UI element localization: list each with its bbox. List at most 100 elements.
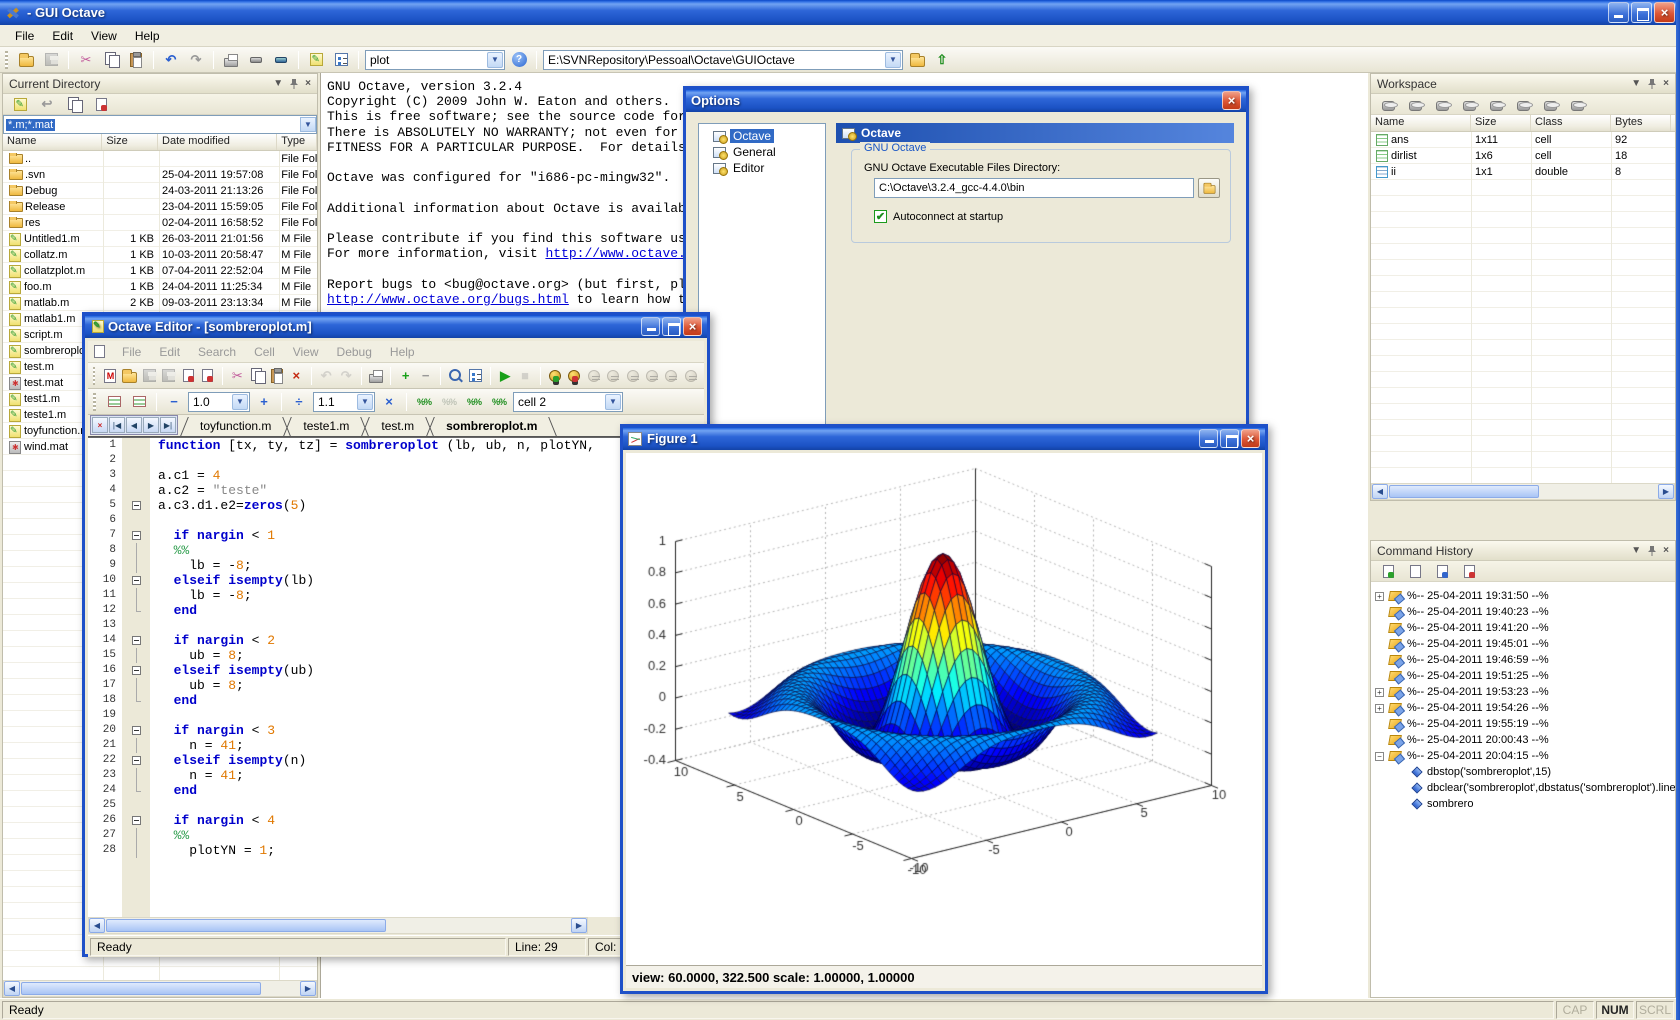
column-header-size[interactable]: Size [102, 134, 158, 150]
chevron-down-icon[interactable]: ▼ [300, 117, 316, 132]
command-history-list[interactable]: +%-- 25-04-2011 19:31:50 --% %-- 25-04-20… [1371, 582, 1675, 997]
menu-file[interactable]: File [6, 26, 43, 46]
save-history-button[interactable] [1431, 560, 1453, 582]
file-row[interactable]: collatzplot.m1 KB07-04-2011 22:52:04M Fi… [3, 263, 317, 279]
maximize-button[interactable] [1220, 429, 1239, 448]
options-titlebar[interactable]: Options × [686, 89, 1246, 112]
file-row[interactable]: Release23-04-2011 15:59:05File Folder [3, 199, 317, 215]
print-button[interactable] [368, 365, 384, 387]
duplicate-variable-button[interactable] [1485, 93, 1507, 115]
scrollbar-thumb[interactable] [106, 919, 386, 932]
workspace-column-class[interactable]: Class [1531, 115, 1611, 131]
path-combo[interactable]: E:\SVNRepository\Pessoal\Octave\GUIOctav… [543, 50, 903, 70]
scroll-left-icon[interactable]: ◀ [89, 918, 105, 933]
curdir-remove-button[interactable] [90, 93, 112, 115]
fold-box-icon[interactable] [132, 501, 141, 510]
edit-value-button[interactable] [1539, 93, 1561, 115]
zoom-in-button[interactable]: + [253, 391, 275, 413]
close-tab-icon[interactable]: × [92, 417, 108, 433]
file-row[interactable]: collatz.m1 KB10-03-2011 20:58:47M File [3, 247, 317, 263]
editor-tab-teste1-m[interactable]: teste1.m [287, 416, 365, 436]
help-button[interactable]: ? [508, 49, 530, 71]
remove-bookmark-button[interactable]: − [417, 365, 434, 387]
chevron-down-icon[interactable]: ▼ [357, 394, 373, 410]
spacing-combo[interactable]: 1.1▼ [313, 392, 375, 412]
pin-icon[interactable] [1647, 545, 1657, 556]
debug-stop-button[interactable] [566, 365, 582, 387]
options-button[interactable] [330, 49, 352, 71]
workspace-columns[interactable]: NameSizeClassBytes [1371, 115, 1675, 132]
disconnect-button[interactable] [245, 49, 267, 71]
file-row[interactable]: foo.m1 KB24-04-2011 11:25:34M File [3, 279, 317, 295]
history-item[interactable]: %-- 25-04-2011 19:46:59 --% [1371, 652, 1675, 668]
expand-icon[interactable]: + [1375, 688, 1384, 697]
editor-menu-help[interactable]: Help [381, 342, 424, 362]
workspace-column-size[interactable]: Size [1471, 115, 1531, 131]
paste-button[interactable] [125, 49, 147, 71]
fold-marker[interactable] [122, 633, 150, 648]
menu-edit[interactable]: Edit [43, 26, 82, 46]
file-row[interactable]: .svn25-04-2011 19:57:08File Folder [3, 167, 317, 183]
file-row[interactable]: res02-04-2011 16:58:52File Folder [3, 215, 317, 231]
fold-box-icon[interactable] [132, 726, 141, 735]
main-titlebar[interactable]: - GUI Octave × [0, 0, 1680, 25]
history-item[interactable]: %-- 25-04-2011 19:51:25 --% [1371, 668, 1675, 684]
file-list-hscrollbar[interactable]: ◀ ▶ [3, 980, 317, 997]
delete-entry-button[interactable] [1458, 560, 1480, 582]
history-item[interactable]: +%-- 25-04-2011 19:31:50 --% [1371, 588, 1675, 604]
editor-menu-debug[interactable]: Debug [328, 342, 381, 362]
curdir-export-button[interactable]: ↩ [36, 93, 58, 115]
undo-button[interactable]: ↶ [160, 49, 182, 71]
fold-box-icon[interactable] [132, 531, 141, 540]
cell-add-button[interactable]: %% [413, 391, 435, 413]
fold-marker[interactable] [122, 753, 150, 768]
history-item[interactable]: %-- 25-04-2011 19:45:01 --% [1371, 636, 1675, 652]
connect-button[interactable] [270, 49, 292, 71]
goto-line-button[interactable] [467, 365, 483, 387]
pin-icon[interactable] [1647, 78, 1657, 89]
editor-menu-edit[interactable]: Edit [150, 342, 189, 362]
expand-icon[interactable]: + [1375, 704, 1384, 713]
refresh-workspace-button[interactable] [1566, 93, 1588, 115]
close-button[interactable]: × [1654, 2, 1675, 23]
workspace-header[interactable]: Workspace ▼ × [1371, 74, 1675, 94]
collapse-icon[interactable]: − [1375, 752, 1384, 761]
workspace-hscrollbar[interactable]: ◀ ▶ [1371, 483, 1675, 500]
expand-icon[interactable]: + [1375, 592, 1384, 601]
file-row[interactable]: matlab.m2 KB09-03-2011 23:13:34M File [3, 295, 317, 311]
editor-tab-test-m[interactable]: test.m [365, 416, 430, 436]
menu-view[interactable]: View [82, 26, 126, 46]
debug-step-button[interactable] [547, 365, 563, 387]
file-row[interactable]: ..File Folder [3, 151, 317, 167]
history-item[interactable]: −%-- 25-04-2011 20:04:15 --% [1371, 748, 1675, 764]
options-tree-item-octave[interactable]: Octave [699, 128, 825, 144]
prev-tab-icon[interactable]: ◀ [126, 417, 142, 433]
editor-menu-file[interactable]: File [113, 342, 150, 362]
minimize-button[interactable] [1608, 2, 1629, 23]
close-all-button[interactable] [199, 365, 215, 387]
fold-box-icon[interactable] [132, 636, 141, 645]
scroll-left-icon[interactable]: ◀ [4, 981, 20, 996]
browse-button[interactable] [1198, 178, 1220, 198]
cell-del-button[interactable]: %% [438, 391, 460, 413]
file-row[interactable]: Untitled1.m1 KB26-03-2011 21:01:56M File [3, 231, 317, 247]
figure-plot[interactable] [626, 453, 1268, 965]
options-tree-item-editor[interactable]: Editor [699, 160, 825, 176]
scroll-right-icon[interactable]: ▶ [571, 918, 587, 933]
minimize-button[interactable] [1199, 429, 1218, 448]
copy-button[interactable] [100, 49, 122, 71]
cut-button[interactable]: ✂ [229, 365, 246, 387]
last-tab-icon[interactable]: ▶| [160, 417, 176, 433]
fold-marker[interactable] [122, 663, 150, 678]
fold-box-icon[interactable] [132, 576, 141, 585]
command-history-header[interactable]: Command History ▼ × [1371, 541, 1675, 561]
run-entry-button[interactable] [1377, 560, 1399, 582]
new-mfile-button[interactable]: M [102, 365, 118, 387]
editor-tab-sombreroplot-m[interactable]: sombreroplot.m [430, 416, 553, 436]
column-header-type[interactable]: Type [277, 134, 317, 150]
options-tree-item-general[interactable]: General [699, 144, 825, 160]
maximize-button[interactable] [662, 317, 681, 336]
history-item[interactable]: +%-- 25-04-2011 19:53:23 --% [1371, 684, 1675, 700]
zoom-out-button[interactable]: − [163, 391, 185, 413]
workspace-row[interactable]: dirlist1x6cell18 [1371, 148, 1675, 164]
